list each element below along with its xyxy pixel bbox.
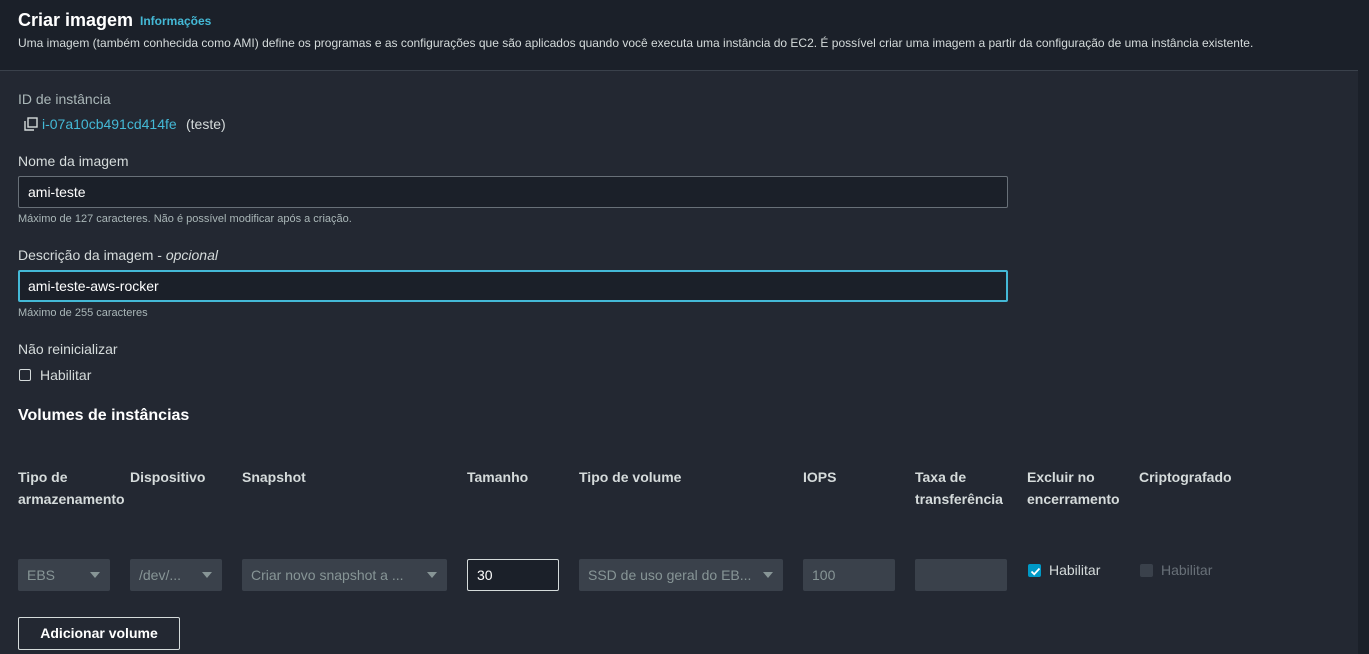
delete-on-termination-label[interactable]: Habilitar [1049,562,1100,578]
caret-down-icon [763,572,773,578]
caret-down-icon [90,572,100,578]
col-header-snapshot: Snapshot [242,469,306,485]
image-description-input[interactable]: ami-teste-aws-rocker [18,270,1008,302]
iops-input[interactable]: 100 [803,559,895,591]
col-header-size: Tamanho [467,469,529,485]
col-header-storage-type: Tipo de armazenamento [18,469,125,507]
page-description: Uma imagem (também conhecida como AMI) d… [18,36,1254,50]
col-header-device: Dispositivo [130,469,206,485]
image-name-hint: Máximo de 127 caracteres. Não é possível… [18,213,352,225]
col-header-iops: IOPS [803,469,837,485]
no-reboot-checkbox-label[interactable]: Habilitar [40,367,91,383]
image-description-hint: Máximo de 255 caracteres [18,307,148,319]
col-header-encrypted: Criptografado [1139,469,1232,485]
throughput-input[interactable] [915,559,1007,591]
image-description-label: Descrição da imagem - opcional [18,247,218,263]
col-header-throughput: Taxa de transferência [915,469,1003,507]
size-input[interactable]: 30 [467,559,559,591]
volumes-title: Volumes de instâncias [18,407,190,424]
col-header-delete-on-termination: Excluir no encerramento [1027,469,1120,507]
no-reboot-checkbox[interactable] [19,369,31,381]
encrypted-checkbox [1140,564,1153,577]
page-header: Criar imagem Informações Uma imagem (tam… [0,0,1358,71]
delete-on-termination-checkbox[interactable] [1028,564,1041,577]
info-link[interactable]: Informações [140,14,211,28]
device-value: /dev/... [139,567,182,583]
instance-id-label: ID de instância [18,91,111,107]
instance-id-link[interactable]: i-07a10cb491cd414fe [42,116,177,132]
copy-icon[interactable] [24,117,38,131]
snapshot-value: Criar novo snapshot a ... [251,567,404,583]
page-title: Criar imagem [18,10,134,30]
encrypted-label: Habilitar [1161,562,1213,578]
no-reboot-label: Não reinicializar [18,341,118,357]
optional-tag: opcional [165,247,218,263]
col-header-volume-type: Tipo de volume [579,469,682,485]
image-name-label: Nome da imagem [18,153,129,169]
instance-name: (teste) [186,116,226,132]
volume-type-select[interactable]: SSD de uso geral do EB... [579,559,783,591]
device-select[interactable]: /dev/... [130,559,222,591]
storage-type-value: EBS [27,567,56,583]
image-description-label-text: Descrição da imagem - [18,247,166,263]
storage-type-select[interactable]: EBS [18,559,110,591]
checkmark-icon [1030,567,1041,576]
scrollbar[interactable] [1358,0,1369,654]
iops-value: 100 [812,567,836,583]
caret-down-icon [202,572,212,578]
caret-down-icon [427,572,437,578]
image-name-input[interactable]: ami-teste [18,176,1008,208]
volume-type-value: SSD de uso geral do EB... [588,567,752,583]
add-volume-button[interactable]: Adicionar volume [18,617,180,650]
snapshot-select[interactable]: Criar novo snapshot a ... [242,559,447,591]
